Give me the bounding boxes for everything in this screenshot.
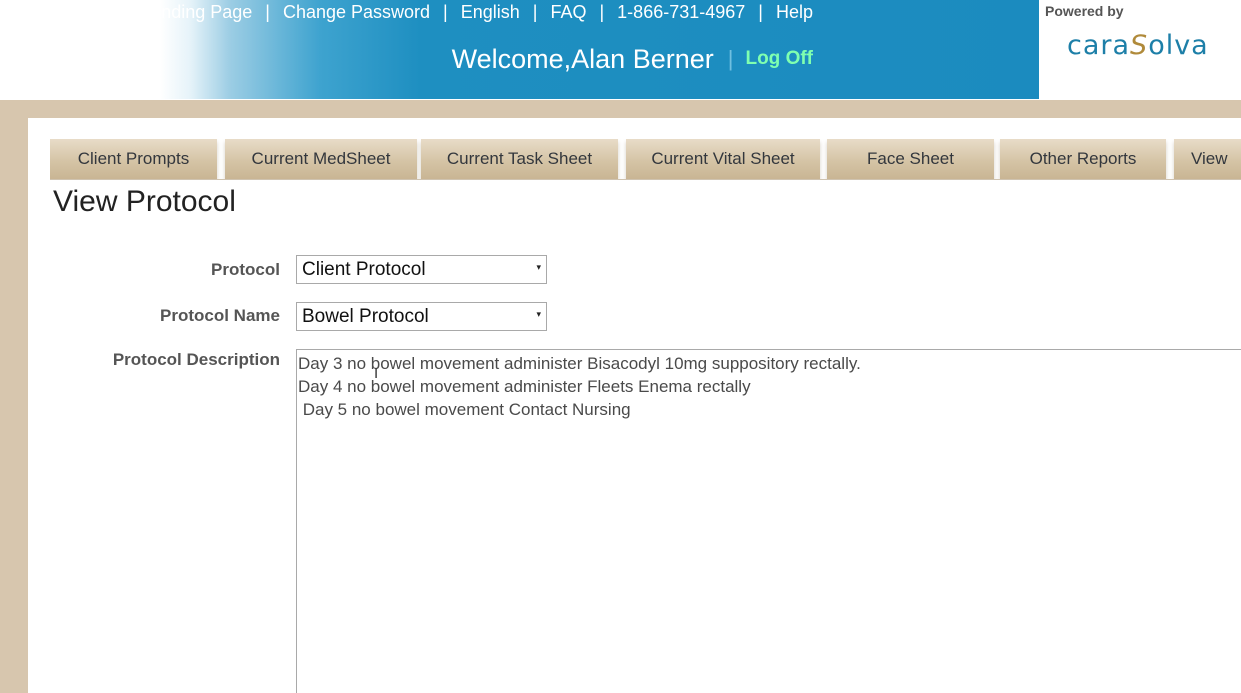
page-title: View Protocol — [53, 185, 236, 218]
main-content: Client Prompts Current MedSheet Current … — [28, 118, 1241, 693]
faq-link[interactable]: FAQ — [550, 2, 586, 22]
powered-by-box: Powered by caraSolva — [1039, 0, 1241, 99]
protocol-name-select[interactable]: Bowel Protocol ▾ — [296, 302, 547, 331]
link-separator: | — [443, 2, 448, 22]
tab-bar: Client Prompts Current MedSheet Current … — [50, 139, 1241, 180]
tab-client-prompts[interactable]: Client Prompts — [50, 139, 217, 179]
header-banner: Landing Page | Change Password | English | FAQ… — [141, 0, 1039, 99]
welcome-row: Welcome,Alan Berner | Log Off — [452, 42, 813, 76]
description-line: Day 4 no bowel movement administer Fleet… — [298, 377, 751, 396]
page-frame-top — [0, 100, 1241, 118]
tab-other-reports[interactable]: Other Reports — [1000, 139, 1166, 179]
tab-view[interactable]: View — [1174, 139, 1241, 179]
protocol-label: Protocol — [211, 260, 280, 279]
link-separator: | — [758, 2, 763, 22]
welcome-message: Welcome,Alan Berner — [451, 43, 714, 74]
protocol-description-label: Protocol Description — [112, 350, 280, 369]
description-line: Day 3 no bowel movement administer Bisac… — [298, 354, 861, 373]
top-links-bar: Landing Page | Change Password | English | FAQ… — [141, 2, 813, 24]
help-link[interactable]: Help — [776, 2, 813, 22]
protocol-name-label: Protocol Name — [160, 306, 280, 325]
link-separator: | — [532, 2, 538, 22]
powered-by-label: Powered by — [1045, 3, 1124, 19]
landing-page-link[interactable]: Landing Page — [141, 2, 252, 22]
log-off-link[interactable]: Log Off — [745, 48, 813, 70]
logo-s-glyph: S — [1130, 30, 1149, 61]
language-link[interactable]: English — [461, 2, 520, 22]
header: Landing Page | Change Password | English | FAQ… — [0, 0, 1241, 100]
tab-face-sheet[interactable]: Face Sheet — [827, 139, 994, 179]
phone-number-link[interactable]: 1-866-731-4967 — [617, 2, 745, 22]
logo-text-part: cara — [1067, 30, 1131, 61]
tab-current-vital-sheet[interactable]: Current Vital Sheet — [626, 139, 820, 179]
welcome-separator: | — [727, 46, 734, 71]
protocol-select-value: Client Protocol — [302, 259, 426, 280]
tab-current-medsheet[interactable]: Current MedSheet — [225, 139, 417, 179]
change-password-link[interactable]: Change Password — [283, 2, 430, 22]
protocol-select[interactable]: Client Protocol ▾ — [296, 255, 547, 284]
logo-text-part: olva — [1148, 30, 1209, 61]
dropdown-arrow-icon: ▾ — [536, 309, 541, 319]
dropdown-arrow-icon: ▾ — [536, 262, 541, 272]
link-separator: | — [265, 2, 270, 22]
protocol-description-textarea[interactable]: Day 3 no bowel movement administer Bisac… — [296, 349, 1241, 693]
description-line: Day 5 no bowel movement Contact Nursing — [298, 400, 631, 419]
tab-current-task-sheet[interactable]: Current Task Sheet — [421, 139, 618, 179]
text-cursor-icon: I — [374, 365, 379, 382]
carasolva-logo: caraSolva — [1067, 30, 1209, 61]
protocol-name-select-value: Bowel Protocol — [302, 306, 429, 327]
link-separator: | — [599, 2, 605, 22]
